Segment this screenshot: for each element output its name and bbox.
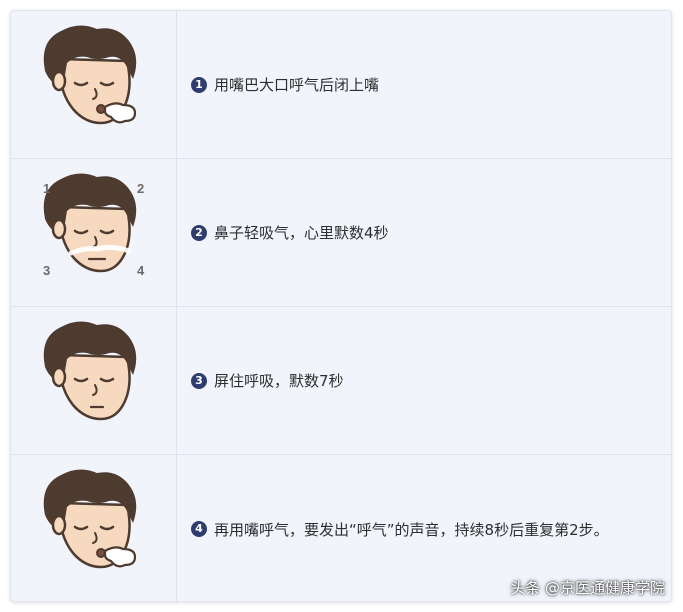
step-badge: 4 <box>191 521 207 537</box>
step-row-3: 3 屏住呼吸，默数7秒 <box>11 307 671 455</box>
step-2-illustration: 1 2 3 4 <box>11 159 177 306</box>
count-label: 3 <box>43 263 51 278</box>
face-exhaling-mouth-icon <box>43 25 137 125</box>
step-text: 用嘴巴大口呼气后闭上嘴 <box>214 76 380 94</box>
step-1-text-cell: 1 用嘴巴大口呼气后闭上嘴 <box>191 11 661 158</box>
step-3-text-cell: 3 屏住呼吸，默数7秒 <box>191 307 661 454</box>
watermark: 头条 @京医通健康学院 <box>510 579 665 597</box>
step-text: 鼻子轻吸气，心里默数4秒 <box>214 224 389 242</box>
count-label: 4 <box>137 263 145 278</box>
step-4-illustration <box>11 455 177 603</box>
step-badge: 1 <box>191 76 207 93</box>
breathing-steps-card: 1 用嘴巴大口呼气后闭上嘴 1 2 3 4 2 鼻子轻吸气，心里默数4秒 3 屏… <box>10 10 672 603</box>
step-badge: 3 <box>191 372 207 389</box>
step-text: 屏住呼吸，默数7秒 <box>214 372 344 390</box>
step-badge: 2 <box>191 224 207 241</box>
count-label: 1 <box>43 181 51 196</box>
step-1-illustration <box>11 11 177 158</box>
step-2-text-cell: 2 鼻子轻吸气，心里默数4秒 <box>191 159 661 306</box>
step-3-illustration <box>11 307 177 454</box>
step-row-1: 1 用嘴巴大口呼气后闭上嘴 <box>11 11 671 159</box>
face-inhaling-nose-icon <box>43 173 137 273</box>
step-text: 再用嘴呼气，要发出“呼气”的声音，持续8秒后重复第2步。 <box>214 520 609 539</box>
face-exhaling-mouth-icon <box>43 469 137 569</box>
count-label: 2 <box>137 181 145 196</box>
step-row-2: 1 2 3 4 2 鼻子轻吸气，心里默数4秒 <box>11 159 671 307</box>
face-holding-breath-icon <box>43 321 137 421</box>
